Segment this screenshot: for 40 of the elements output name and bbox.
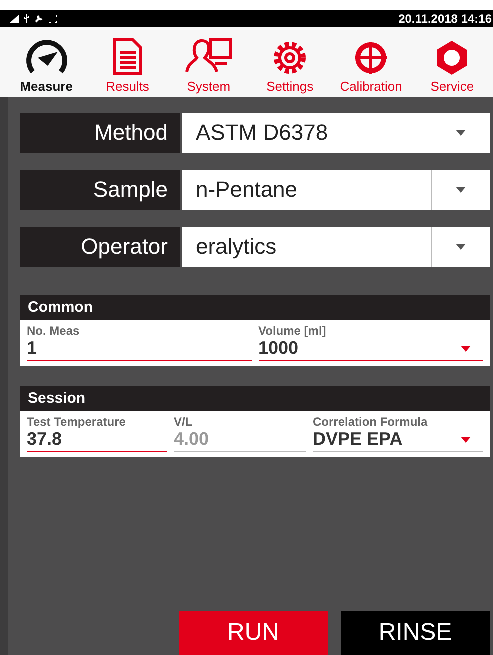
field-label: No. Meas bbox=[27, 324, 81, 338]
nav-tab[interactable]: Settings bbox=[250, 27, 331, 97]
dropdown-field[interactable]: eralytics bbox=[182, 227, 490, 267]
input-field: 4.00 bbox=[174, 429, 306, 452]
nav-tab[interactable]: System bbox=[168, 27, 250, 97]
gear-icon bbox=[272, 40, 308, 76]
date-time: 20.11.2018 14:16 bbox=[398, 12, 493, 26]
caret-icon bbox=[461, 346, 471, 352]
nav-tab[interactable]: Measure bbox=[6, 27, 88, 97]
usb-icon bbox=[24, 14, 30, 23]
nav-tab[interactable]: Calibration bbox=[330, 27, 412, 97]
selector-label: Operator bbox=[20, 227, 180, 267]
field-label: Correlation Formula bbox=[313, 415, 429, 429]
selector-label: Method bbox=[20, 113, 180, 153]
dropdown-field[interactable]: n-Pentane bbox=[182, 170, 490, 210]
nav-tab[interactable]: Results bbox=[87, 27, 168, 97]
field-label: Volume [ml] bbox=[258, 324, 328, 338]
field-label: Test Temperature bbox=[27, 415, 127, 429]
run-button[interactable]: RUN bbox=[179, 611, 328, 655]
caret-icon bbox=[456, 130, 466, 136]
section-header: Session bbox=[20, 386, 490, 411]
rinse-button[interactable]: RINSE bbox=[341, 611, 490, 655]
field-label: V/L bbox=[174, 415, 194, 429]
caret-icon bbox=[461, 436, 471, 442]
section-header: Common bbox=[20, 295, 490, 320]
document-icon bbox=[112, 38, 143, 76]
gauge-icon bbox=[24, 38, 70, 76]
nav-tab[interactable]: Service bbox=[412, 27, 493, 97]
fullscreen-icon bbox=[49, 14, 57, 22]
dropdown-field[interactable]: ASTM D6378 bbox=[182, 113, 490, 153]
input-field[interactable]: 37.8 bbox=[27, 429, 167, 452]
crosshair-icon bbox=[353, 40, 390, 76]
wrench-icon bbox=[35, 14, 44, 23]
dropdown-field[interactable]: DVPE EPA bbox=[313, 429, 483, 452]
input-field[interactable]: 1 bbox=[27, 338, 252, 361]
selector-label: Sample bbox=[20, 170, 180, 210]
caret-icon bbox=[456, 187, 466, 193]
dropdown-field[interactable]: 1000 bbox=[258, 338, 483, 361]
signal-icon bbox=[10, 14, 19, 22]
caret-icon bbox=[456, 244, 466, 250]
